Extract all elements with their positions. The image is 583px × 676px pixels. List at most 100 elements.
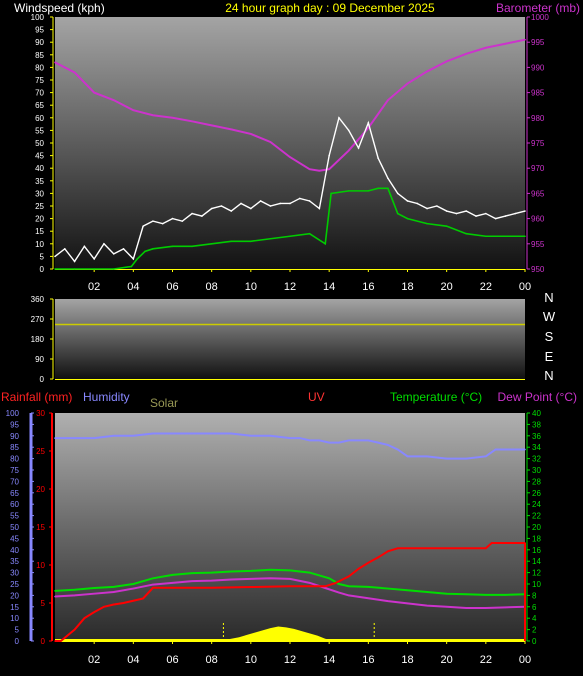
barometer-line-point — [132, 109, 135, 112]
direction-label-n-bottom: N — [544, 368, 553, 383]
temperature-tick-label: 38 — [532, 420, 541, 429]
wind-gust-line-point — [210, 207, 213, 210]
rainfall-tick-label: 0 — [41, 637, 46, 646]
humidity-line-point — [377, 441, 379, 444]
wind-gust-line-point — [367, 122, 370, 124]
wind-gust-line-point — [524, 210, 526, 212]
wind-average-line-point — [171, 245, 174, 248]
wind-gust-line-point — [191, 212, 193, 215]
rainfall-line-point — [396, 547, 399, 550]
wind-average-line-point — [524, 235, 526, 238]
wind-average-line-point — [250, 240, 252, 243]
dewpoint-line-point — [338, 591, 340, 594]
barometer-tick-label: 950 — [531, 265, 545, 274]
humidity-line-point — [445, 457, 448, 460]
rainfall-line-point — [377, 556, 379, 559]
barometer-line-point — [112, 99, 115, 101]
wind-gust-line-point — [250, 207, 252, 210]
temperature-tick-label: 36 — [532, 432, 541, 441]
barometer-line-point — [210, 124, 213, 127]
temperature-line-point — [210, 571, 213, 574]
direction-tick-label: 90 — [35, 355, 44, 364]
rainfall-line-point — [445, 547, 448, 550]
direction-tick-label: 360 — [31, 295, 45, 304]
humidity-line-point — [328, 441, 330, 444]
humidity-tick-label: 15 — [10, 603, 19, 612]
humidity-line-point — [93, 437, 95, 439]
humidity-tick-label: 80 — [10, 455, 19, 464]
wind-gust-line-point — [220, 205, 223, 207]
wind-gust-line-point — [73, 260, 76, 263]
barometer-line-point — [426, 70, 428, 73]
wind-gust-line-point — [514, 212, 517, 215]
dewpoint-line-point — [269, 577, 272, 580]
temperature-line-point — [406, 589, 409, 592]
weather-graphs: Windspeed (kph) 24 hour graph day : 09 D… — [0, 0, 583, 671]
temperature-tick-label: 26 — [532, 489, 541, 498]
wind-gust-line-point — [338, 117, 340, 119]
wind-gust-line-point — [387, 177, 389, 180]
temperature-tick-label: 30 — [532, 466, 541, 475]
dewpoint-line-point — [73, 594, 76, 597]
rainfall-line-point — [161, 587, 164, 589]
wind-tick-label: 25 — [35, 202, 44, 211]
wind-gust-line-point — [465, 210, 468, 212]
direction-panel — [55, 299, 525, 379]
solar-legend: Solar — [150, 396, 178, 410]
rainfall-tick-label: 5 — [41, 599, 46, 608]
humidity-line-point — [132, 435, 135, 437]
wind-gust-line-point — [152, 220, 154, 222]
wind-gust-line-point — [426, 207, 428, 210]
humidity-tick-label: 65 — [10, 489, 19, 498]
barometer-tick-label: 990 — [531, 63, 545, 72]
temperature-line-point — [250, 570, 252, 572]
wind-tick-label: 30 — [35, 189, 44, 198]
barometer-tick-label: 955 — [531, 240, 545, 249]
dewpoint-line-point — [445, 606, 448, 608]
dewpoint-line-point — [504, 606, 507, 609]
barometer-tick-label: 970 — [531, 164, 545, 173]
wind-gust-line-point — [161, 222, 164, 225]
wind-tick-label: 80 — [35, 63, 44, 72]
wind-average-line-point — [406, 217, 409, 220]
barometer-tick-label: 1000 — [531, 13, 549, 22]
dewpoint-line-point — [426, 604, 428, 607]
wind-gust-line-point — [132, 258, 135, 260]
temperature-line-point — [445, 592, 448, 595]
wind-tick-label: 85 — [35, 51, 44, 60]
temperature-tick-label: 10 — [532, 580, 541, 589]
wind-gust-line-point — [308, 200, 311, 202]
wind-gust-line-point — [328, 154, 330, 157]
wind-average-line-point — [93, 268, 95, 270]
humidity-line-point — [465, 457, 468, 460]
humidity-line-point — [269, 435, 272, 437]
rainfall-line-point — [387, 550, 389, 553]
bottom-x-tick-label: 06 — [166, 654, 178, 666]
direction-tick-label: 180 — [31, 335, 45, 344]
barometer-line-point — [485, 46, 487, 49]
barometer-tick-label: 985 — [531, 89, 545, 98]
humidity-line-point — [171, 432, 174, 435]
temperature-line-point — [387, 587, 389, 590]
wind-average-line-point — [289, 235, 291, 238]
humidity-tick-label: 5 — [15, 626, 20, 635]
barometer-tick-label: 965 — [531, 189, 545, 198]
humidity-line-point — [338, 441, 340, 444]
wind-tick-label: 40 — [35, 164, 44, 173]
wind-tick-label: 65 — [35, 101, 44, 110]
dewpoint-line-point — [406, 602, 409, 605]
wind-average-line-point — [191, 245, 193, 248]
temperature-tick-label: 20 — [532, 523, 541, 532]
temperature-tick-label: 0 — [532, 637, 537, 646]
barometer-line-point — [318, 169, 321, 172]
wind-average-line-point — [445, 225, 448, 227]
temperature-tick-label: 32 — [532, 455, 541, 464]
dewpoint-line-point — [132, 587, 135, 590]
rainfall-line-point — [308, 585, 311, 588]
dewpoint-line-point — [324, 587, 327, 589]
wind-gust-line-point — [357, 147, 360, 149]
temperature-line-point — [485, 594, 487, 596]
wind-gust-line-point — [269, 205, 272, 207]
direction-label-w: W — [543, 309, 556, 324]
humidity-legend: Humidity — [83, 390, 130, 404]
